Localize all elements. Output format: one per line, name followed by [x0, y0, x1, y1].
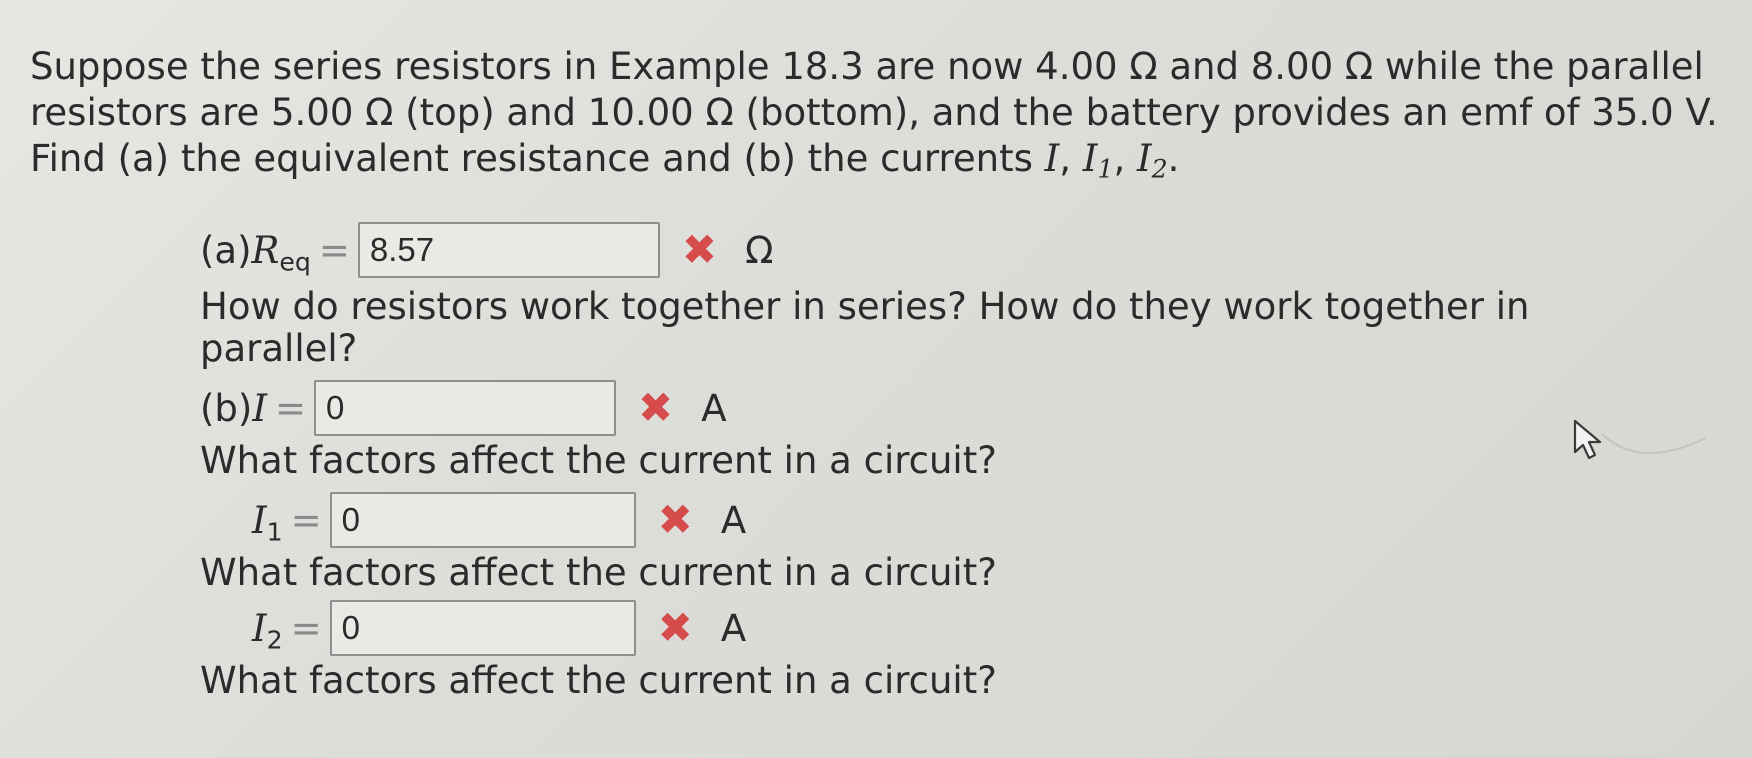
problem-statement: Suppose the series resistors in Example … — [30, 44, 1730, 182]
variable-i: I — [252, 387, 267, 430]
part-b-current-i: (b) I = 0 ✖ A What factors affect the cu… — [200, 376, 1700, 482]
part-label: (a) — [200, 228, 252, 272]
req-answer-input[interactable]: 8.57 — [357, 222, 660, 278]
part-b-current-i2: I2 = 0 ✖ A What factors affect the curre… — [200, 596, 1700, 702]
separator: , — [1059, 137, 1083, 180]
part-label: (b) — [200, 386, 253, 430]
var-letter: I — [1082, 137, 1098, 180]
var-subscript: 2 — [1151, 154, 1168, 184]
var-subscript: 1 — [1097, 154, 1114, 184]
var-subscript: eq — [279, 247, 311, 277]
separator: , — [1113, 137, 1137, 180]
unit-label: Ω — [745, 228, 774, 272]
var-subscript: 1 — [266, 517, 283, 547]
unit-label: A — [701, 386, 727, 430]
var-letter: I — [252, 606, 267, 650]
screen-smudge — [1601, 433, 1707, 455]
current-i1-var: I1 — [1082, 137, 1114, 184]
variable-i1: I1 — [252, 498, 283, 545]
current-i2-answer-input[interactable]: 0 — [329, 600, 636, 656]
answer-row: I1 = 0 ✖ A — [200, 488, 1700, 552]
var-subscript: 2 — [266, 625, 283, 655]
hint-text: How do resistors work together in series… — [200, 285, 1530, 370]
current-i-var: I — [1044, 137, 1060, 180]
unit-label: A — [720, 606, 747, 650]
part-a-req: (a) Req = 8.57 ✖ Ω How do resistors work… — [200, 218, 1700, 370]
variable-req: Req — [251, 228, 311, 275]
var-letter: R — [251, 228, 280, 272]
equals-sign: = — [274, 386, 306, 430]
x-mark-icon: ✖ — [638, 383, 674, 432]
var-letter: I — [252, 498, 267, 542]
x-mark-icon: ✖ — [657, 495, 693, 544]
x-mark-icon: ✖ — [657, 603, 693, 652]
answer-row: (a) Req = 8.57 ✖ Ω — [200, 218, 1700, 282]
equals-sign: = — [290, 498, 322, 542]
equals-sign: = — [318, 228, 350, 272]
hint-text: What factors affect the current in a cir… — [200, 551, 997, 594]
answer-row: I2 = 0 ✖ A — [200, 596, 1700, 660]
unit-label: A — [720, 498, 747, 542]
current-i2-var: I2 — [1136, 137, 1168, 184]
hint-text: What factors affect the current in a cir… — [200, 659, 997, 702]
var-letter: I — [252, 386, 267, 430]
current-i-answer-input[interactable]: 0 — [314, 380, 616, 436]
variable-i2: I2 — [252, 606, 283, 653]
period: . — [1167, 137, 1180, 180]
hint-text: What factors affect the current in a cir… — [200, 439, 997, 482]
part-b-current-i1: I1 = 0 ✖ A What factors affect the curre… — [200, 488, 1700, 594]
answer-row: (b) I = 0 ✖ A — [200, 376, 1700, 440]
var-letter: I — [1136, 137, 1152, 180]
equals-sign: = — [290, 606, 322, 650]
current-i1-answer-input[interactable]: 0 — [329, 492, 636, 548]
x-mark-icon: ✖ — [681, 225, 718, 274]
problem-text: Suppose the series resistors in Example … — [30, 45, 1718, 180]
